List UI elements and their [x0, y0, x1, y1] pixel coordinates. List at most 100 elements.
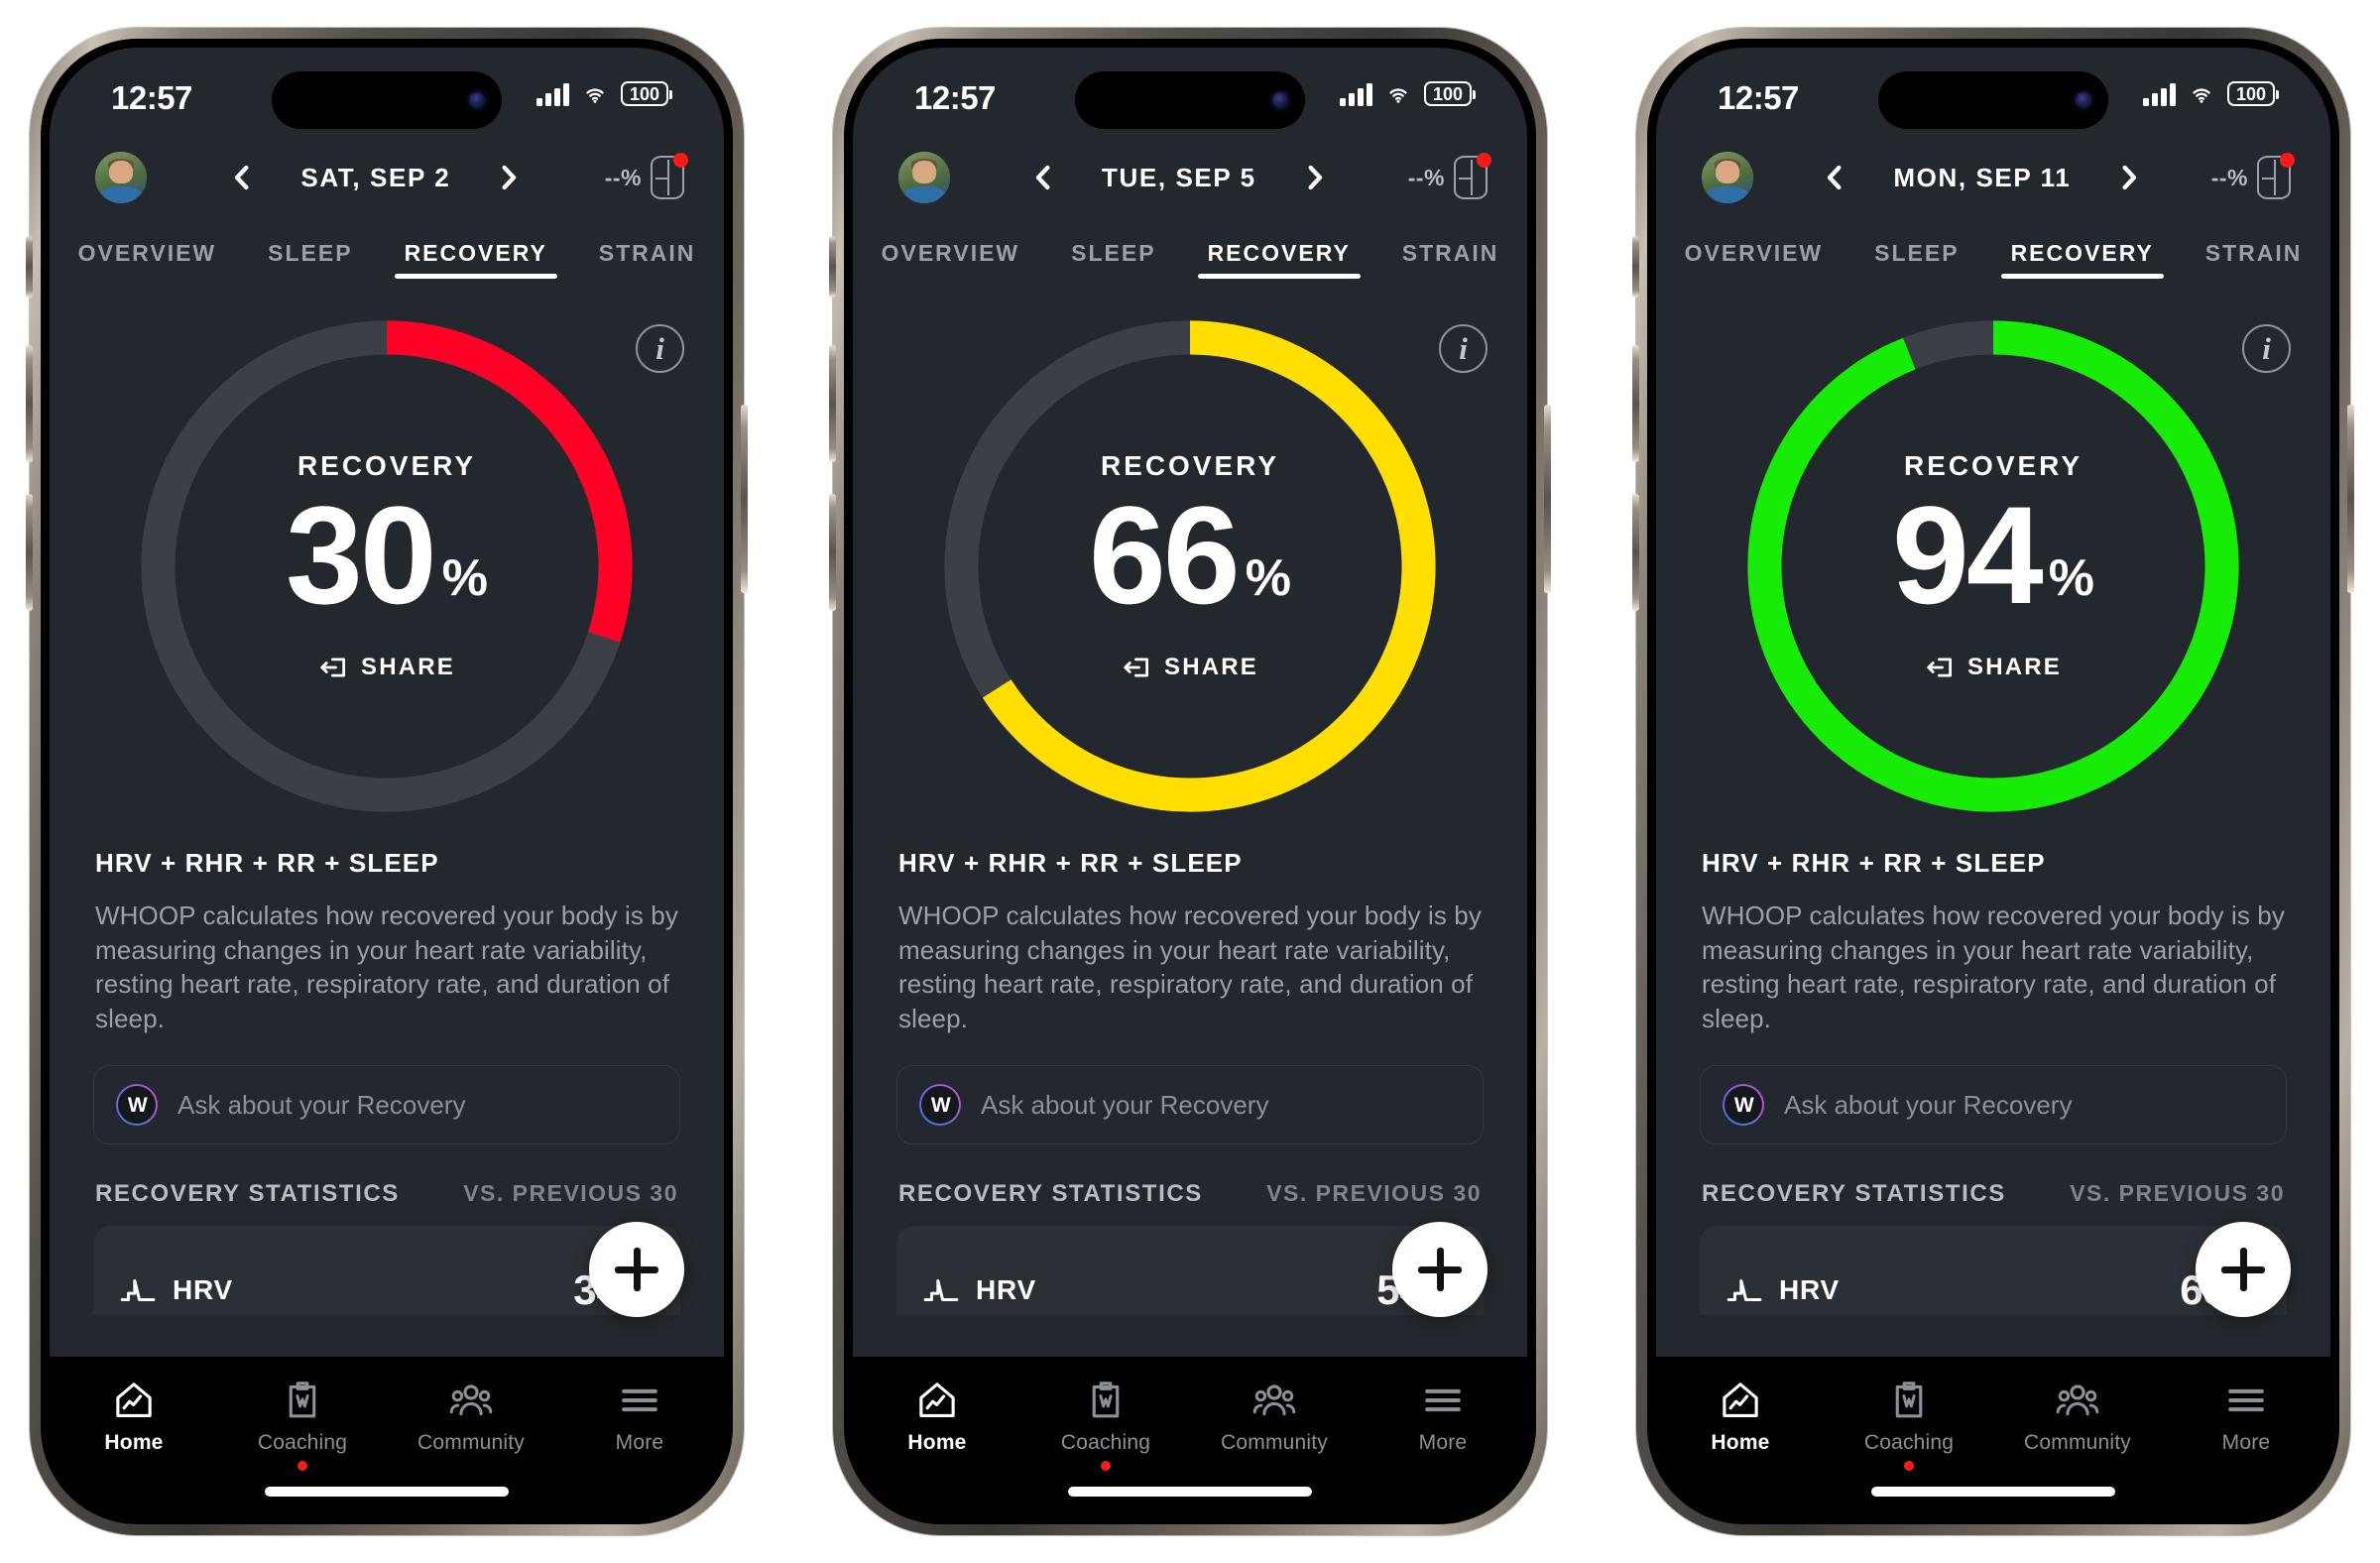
ask-coach-input[interactable]: W Ask about your Recovery: [1700, 1065, 2287, 1145]
nav-label-coaching: Coaching: [1863, 1431, 1955, 1454]
home-indicator[interactable]: [1068, 1487, 1312, 1497]
signal-bar: [536, 97, 542, 106]
signal-bar: [2161, 87, 2167, 106]
volume-up-button[interactable]: [829, 345, 836, 462]
stat-label-hrv: HRV: [1779, 1274, 1841, 1306]
statistics-header: RECOVERY STATISTICS VS. PREVIOUS 30: [50, 1144, 724, 1208]
chevron-left-icon[interactable]: [1820, 161, 1849, 194]
nav-label-more: More: [615, 1431, 664, 1454]
nav-item-coaching[interactable]: Coaching: [1021, 1379, 1190, 1471]
power-button[interactable]: [2347, 405, 2354, 593]
ask-coach-input[interactable]: W Ask about your Recovery: [93, 1065, 680, 1145]
tab-overview[interactable]: OVERVIEW: [1659, 230, 1849, 285]
info-icon[interactable]: i: [1439, 324, 1488, 373]
chevron-left-icon[interactable]: [227, 161, 257, 194]
chevron-right-icon[interactable]: [2114, 161, 2144, 194]
tab-sleep[interactable]: SLEEP: [1848, 230, 1984, 285]
ask-coach-input[interactable]: W Ask about your Recovery: [896, 1065, 1484, 1145]
tab-recovery[interactable]: RECOVERY: [1182, 230, 1376, 285]
silent-switch[interactable]: [829, 236, 836, 298]
nav-item-coaching[interactable]: Coaching: [1825, 1379, 1993, 1471]
three-phone-comparison: 12:57 100 SAT, SEP 2 --% OVERVIEW SLEEP RECOVE…: [0, 0, 2380, 1563]
volume-down-button[interactable]: [26, 494, 33, 611]
hrv-chart-icon: [1726, 1279, 1762, 1302]
nav-item-home[interactable]: Home: [853, 1379, 1021, 1455]
share-icon: [1124, 658, 1148, 677]
share-button[interactable]: SHARE: [1925, 653, 2062, 682]
recovery-value-group: 94%: [1892, 476, 2094, 633]
nav-item-coaching[interactable]: Coaching: [218, 1379, 387, 1471]
home-icon: [116, 1383, 152, 1417]
nav-item-community[interactable]: Community: [387, 1379, 555, 1455]
whoop-logo-icon: W: [1723, 1084, 1764, 1126]
statistics-comparison-label: VS. PREVIOUS 30: [463, 1180, 678, 1207]
tab-sleep[interactable]: SLEEP: [1045, 230, 1181, 285]
home-indicator[interactable]: [1871, 1487, 2115, 1497]
volume-up-button[interactable]: [1632, 345, 1639, 462]
tab-sleep[interactable]: SLEEP: [242, 230, 378, 285]
nav-label-more: More: [1418, 1431, 1468, 1454]
signal-bar: [563, 82, 569, 106]
tab-bar: OVERVIEW SLEEP RECOVERY STRAIN: [853, 216, 1527, 285]
chevron-right-icon[interactable]: [1300, 161, 1330, 194]
add-button[interactable]: [589, 1222, 684, 1317]
nav-item-more[interactable]: More: [1359, 1379, 1527, 1455]
recovery-percent-value: 94: [1892, 476, 2044, 633]
recovery-ring-center: RECOVERY 94% SHARE: [1733, 306, 2253, 826]
share-button[interactable]: SHARE: [1122, 653, 1258, 682]
avatar-head: [912, 161, 936, 184]
recovery-percent-symbol: %: [1245, 549, 1291, 608]
nav-item-community[interactable]: Community: [1190, 1379, 1359, 1455]
silent-switch[interactable]: [26, 236, 33, 298]
community-people-icon: [449, 1384, 493, 1416]
strap-battery-status[interactable]: --%: [605, 153, 688, 199]
info-icon[interactable]: i: [636, 324, 684, 373]
date-navigator: SAT, SEP 2: [147, 161, 605, 194]
stat-row-left: HRV: [119, 1232, 233, 1309]
add-button[interactable]: [1392, 1222, 1488, 1317]
signal-bar: [1367, 82, 1372, 106]
nav-label-community: Community: [1221, 1431, 1328, 1454]
info-icon[interactable]: i: [2242, 324, 2291, 373]
tab-overview[interactable]: OVERVIEW: [53, 230, 243, 285]
chevron-left-icon[interactable]: [1028, 161, 1058, 194]
clipboard-coach-icon: [1895, 1382, 1923, 1418]
chevron-right-icon[interactable]: [494, 161, 524, 194]
home-indicator[interactable]: [265, 1487, 509, 1497]
battery-icon: 100: [1424, 81, 1476, 106]
nav-label-home: Home: [1711, 1431, 1770, 1454]
tab-strain[interactable]: STRAIN: [2180, 230, 2328, 285]
nav-item-more[interactable]: More: [555, 1379, 724, 1455]
recovery-ring-section: RECOVERY 94% SHARE i: [1656, 289, 2330, 844]
nav-item-home[interactable]: Home: [1656, 1379, 1825, 1455]
ask-input-placeholder: Ask about your Recovery: [178, 1089, 466, 1120]
battery-percent: 100: [1432, 83, 1464, 104]
share-button[interactable]: SHARE: [318, 653, 455, 682]
battery-percent: 100: [629, 83, 660, 104]
nav-item-home[interactable]: Home: [50, 1379, 218, 1455]
avatar-torso: [1707, 186, 1748, 203]
volume-up-button[interactable]: [26, 345, 33, 462]
nav-item-more[interactable]: More: [2162, 1379, 2330, 1455]
status-bar-clock: 12:57: [914, 79, 996, 116]
tab-recovery[interactable]: RECOVERY: [379, 230, 573, 285]
power-button[interactable]: [1544, 405, 1551, 593]
tab-recovery[interactable]: RECOVERY: [1985, 230, 2180, 285]
add-button[interactable]: [2196, 1222, 2291, 1317]
volume-down-button[interactable]: [829, 494, 836, 611]
strap-battery-status[interactable]: --%: [1408, 153, 1491, 199]
user-avatar[interactable]: [1702, 152, 1753, 203]
power-button[interactable]: [741, 405, 748, 593]
user-avatar[interactable]: [95, 152, 147, 203]
tab-strain[interactable]: STRAIN: [1376, 230, 1525, 285]
silent-switch[interactable]: [1632, 236, 1639, 298]
volume-down-button[interactable]: [1632, 494, 1639, 611]
user-avatar[interactable]: [898, 152, 950, 203]
nav-item-community[interactable]: Community: [1993, 1379, 2162, 1455]
whoop-logo-icon: W: [919, 1084, 961, 1126]
tab-strain[interactable]: STRAIN: [573, 230, 722, 285]
tab-overview[interactable]: OVERVIEW: [856, 230, 1046, 285]
strap-battery-status[interactable]: --%: [2211, 153, 2295, 199]
statistics-title: RECOVERY STATISTICS: [95, 1180, 400, 1208]
nav-badge-dot: [298, 1461, 307, 1471]
